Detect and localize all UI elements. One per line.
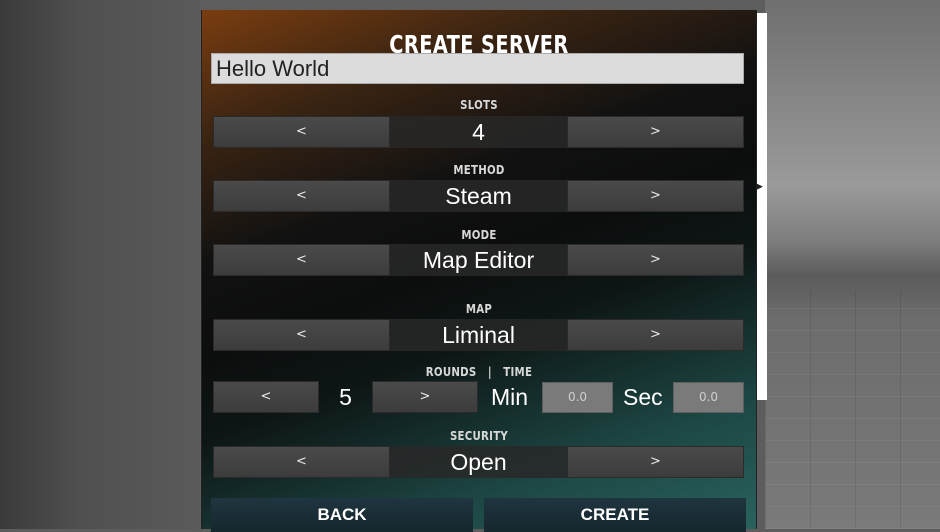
security-next-button[interactable]: >	[567, 446, 744, 478]
map-value: Liminal	[390, 319, 567, 351]
mode-prev-button[interactable]: <	[213, 244, 390, 276]
method-next-button[interactable]: >	[567, 180, 744, 212]
mode-label: MODE	[461, 228, 497, 242]
security-prev-button[interactable]: <	[213, 446, 390, 478]
mouse-cursor-icon: ▶	[756, 182, 763, 192]
mode-next-button[interactable]: >	[567, 244, 744, 276]
background-right	[765, 0, 940, 529]
map-next-button[interactable]: >	[567, 319, 744, 351]
map-selector: < Liminal >	[213, 319, 745, 351]
rounds-prev-button[interactable]: <	[213, 381, 319, 413]
method-prev-button[interactable]: <	[213, 180, 390, 212]
slots-prev-button[interactable]: <	[213, 116, 390, 148]
security-selector: < Open >	[213, 446, 745, 478]
minutes-label: Min	[491, 384, 529, 410]
rounds-value: 5	[339, 384, 352, 410]
method-label: METHOD	[453, 163, 505, 177]
rounds-time-label: ROUNDS | TIME	[425, 365, 533, 379]
method-selector: < Steam >	[213, 180, 745, 212]
security-label: SECURITY	[449, 429, 509, 443]
slots-label: SLOTS	[460, 98, 498, 112]
scrollbar[interactable]	[757, 13, 767, 400]
minutes-input[interactable]: 0.0	[542, 382, 613, 413]
back-button[interactable]: BACK	[211, 498, 473, 532]
slots-next-button[interactable]: >	[567, 116, 744, 148]
method-value: Steam	[390, 180, 567, 212]
seconds-label: Sec	[623, 384, 663, 410]
map-label: MAP	[465, 302, 493, 316]
background-left	[0, 0, 200, 529]
slots-value: 4	[390, 116, 567, 148]
rounds-time-row: < 5 > Min 0.0 Sec 0.0	[213, 381, 745, 413]
server-name-input[interactable]: Hello World	[211, 53, 744, 84]
slots-selector: < 4 >	[213, 116, 745, 148]
map-prev-button[interactable]: <	[213, 319, 390, 351]
create-server-panel: CREATE SERVER Hello World SLOTS < 4 > ME…	[201, 10, 757, 532]
mode-value: Map Editor	[390, 244, 567, 276]
mode-selector: < Map Editor >	[213, 244, 745, 276]
create-button[interactable]: CREATE	[484, 498, 746, 532]
security-value: Open	[390, 446, 567, 478]
seconds-input[interactable]: 0.0	[673, 382, 744, 413]
rounds-next-button[interactable]: >	[372, 381, 478, 413]
